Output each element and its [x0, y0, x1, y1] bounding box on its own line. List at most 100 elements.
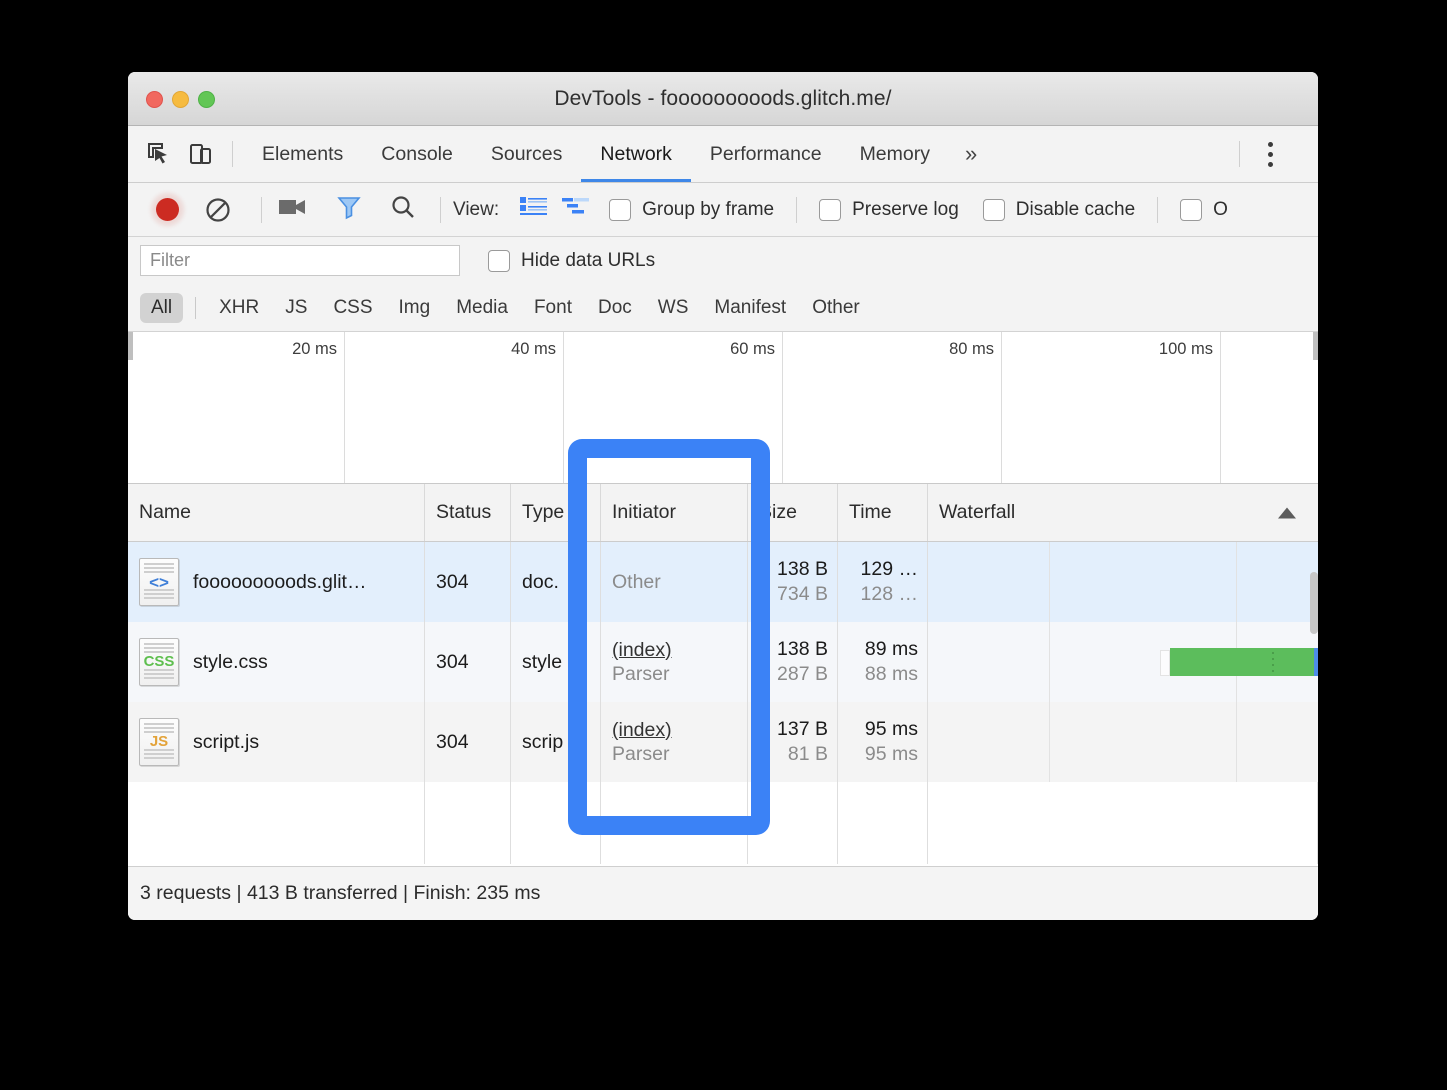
vertical-scrollbar[interactable] — [1310, 540, 1318, 692]
cell-name[interactable]: JS script.js — [128, 702, 425, 782]
waterfall-gridline — [1048, 702, 1050, 782]
inspect-element-icon[interactable] — [138, 133, 180, 175]
preserve-log-checkbox[interactable] — [819, 198, 842, 221]
table-row[interactable]: JS script.js 304 scrip (index) Parser 13… — [128, 702, 1318, 782]
column-header-waterfall[interactable]: Waterfall — [928, 484, 1318, 541]
cell-status: 304 — [425, 622, 511, 702]
column-header-time[interactable]: Time — [838, 484, 928, 541]
cell-time: 95 ms 95 ms — [838, 702, 928, 782]
scrollbar-thumb[interactable] — [1310, 572, 1318, 634]
size-transferred: 137 B — [777, 718, 828, 740]
offline-checkbox[interactable] — [1180, 198, 1203, 221]
more-tabs-button[interactable]: » — [949, 126, 993, 182]
toolbar-divider — [261, 196, 262, 223]
cell-initiator[interactable]: (index) Parser — [601, 702, 748, 782]
type-filter-media[interactable]: Media — [445, 293, 519, 323]
screenshot-stage: DevTools - fooooooooods.glitch.me/ Eleme… — [0, 0, 1447, 1090]
cell-time: 89 ms 88 ms — [838, 622, 928, 702]
tab-label: Network — [600, 142, 672, 165]
overview-tick-label: 80 ms — [949, 340, 994, 358]
list-view-icon[interactable] — [520, 196, 548, 223]
disable-cache-label: Disable cache — [1015, 198, 1136, 220]
toolbar-divider — [1157, 196, 1159, 223]
overview-tick-label: 100 ms — [1158, 340, 1213, 358]
type-filter-font[interactable]: Font — [523, 293, 583, 323]
more-options-icon[interactable] — [1250, 141, 1290, 167]
tab-label: Memory — [859, 142, 930, 165]
toolbar-divider — [440, 196, 441, 223]
tab-performance[interactable]: Performance — [691, 126, 841, 182]
close-window-button[interactable] — [146, 91, 163, 108]
tab-elements[interactable]: Elements — [243, 126, 362, 182]
chevron-double-right-icon: » — [964, 141, 978, 166]
waterfall-view-icon[interactable] — [562, 196, 590, 223]
preserve-log-checkbox-row[interactable]: Preserve log — [819, 198, 959, 221]
filter-icon[interactable] — [336, 194, 362, 225]
cell-name[interactable]: <> fooooooooods.glit… — [128, 542, 425, 622]
type-filter-other[interactable]: Other — [801, 293, 871, 323]
toolbar-divider — [232, 141, 233, 167]
cell-initiator[interactable]: Other — [601, 542, 748, 622]
column-header-name[interactable]: Name — [128, 484, 425, 541]
tab-network[interactable]: Network — [581, 126, 691, 182]
tab-console[interactable]: Console — [362, 126, 472, 182]
initiator-link[interactable]: (index) — [612, 639, 672, 662]
waterfall-gridline — [1048, 542, 1050, 622]
disable-cache-checkbox[interactable] — [982, 198, 1005, 221]
type-filter-manifest[interactable]: Manifest — [703, 293, 797, 323]
cell-size: 137 B 81 B — [748, 702, 838, 782]
overview-right-handle[interactable] — [1313, 332, 1318, 360]
offline-checkbox-row[interactable]: O — [1180, 198, 1228, 221]
record-button[interactable] — [156, 198, 179, 221]
column-header-initiator[interactable]: Initiator — [601, 484, 748, 541]
network-overview-timeline[interactable]: 20 ms 40 ms 60 ms 80 ms 100 ms — [128, 332, 1318, 484]
filter-divider — [195, 296, 197, 319]
table-row[interactable]: CSS style.css 304 style (index) Parser 1… — [128, 622, 1318, 702]
tab-label: Elements — [262, 142, 344, 165]
tab-memory[interactable]: Memory — [841, 126, 949, 182]
initiator-link[interactable]: (index) — [612, 719, 672, 742]
table-empty-area — [128, 782, 1318, 864]
waterfall-gridline — [1236, 542, 1238, 622]
column-header-type[interactable]: Type — [511, 484, 601, 541]
zoom-window-button[interactable] — [198, 91, 215, 108]
size-resource: 287 B — [777, 663, 828, 685]
window-title-bar: DevTools - fooooooooods.glitch.me/ — [128, 72, 1318, 126]
tab-strip-right-controls — [1229, 126, 1318, 182]
table-row[interactable]: <> fooooooooods.glit… 304 doc. Other 138… — [128, 542, 1318, 622]
column-header-status[interactable]: Status — [425, 484, 511, 541]
resource-type-filters: All XHR JS CSS Img Media Font Doc WS Man… — [128, 284, 1318, 332]
overview-tick-label: 60 ms — [730, 340, 775, 358]
search-icon[interactable] — [390, 194, 416, 225]
type-filter-js[interactable]: JS — [274, 293, 318, 323]
cell-initiator[interactable]: (index) Parser — [601, 622, 748, 702]
hide-data-urls-checkbox[interactable] — [488, 249, 510, 272]
size-transferred: 138 B — [777, 638, 828, 660]
request-name: script.js — [193, 730, 260, 753]
empty-cell — [601, 782, 748, 864]
type-filter-img[interactable]: Img — [388, 293, 442, 323]
waterfall-bar[interactable] — [1159, 648, 1318, 676]
type-filter-all[interactable]: All — [140, 292, 184, 323]
type-filter-doc[interactable]: Doc — [587, 293, 643, 323]
type-filter-ws[interactable]: WS — [647, 293, 700, 323]
capture-screenshots-icon[interactable] — [278, 196, 308, 223]
group-by-frame-checkbox-row[interactable]: Group by frame — [609, 198, 774, 221]
minimize-window-button[interactable] — [172, 91, 189, 108]
clear-button[interactable] — [205, 197, 231, 223]
waterfall-gridline — [1236, 702, 1238, 782]
disable-cache-checkbox-row[interactable]: Disable cache — [982, 198, 1136, 221]
window-traffic-lights — [146, 91, 215, 108]
tab-sources[interactable]: Sources — [472, 126, 582, 182]
type-filter-css[interactable]: CSS — [322, 293, 383, 323]
column-header-size[interactable]: Size — [748, 484, 838, 541]
type-filter-xhr[interactable]: XHR — [208, 293, 270, 323]
group-by-frame-checkbox[interactable] — [609, 198, 632, 221]
waterfall-bar-detail — [1272, 652, 1275, 672]
device-toolbar-icon[interactable] — [180, 133, 222, 175]
cell-name[interactable]: CSS style.css — [128, 622, 425, 702]
hide-data-urls-checkbox-row[interactable]: Hide data URLs — [488, 249, 655, 272]
request-name: style.css — [193, 650, 268, 673]
network-toolbar: View: Group by frame Preserve log Disabl… — [128, 183, 1318, 237]
filter-input[interactable] — [140, 245, 460, 276]
